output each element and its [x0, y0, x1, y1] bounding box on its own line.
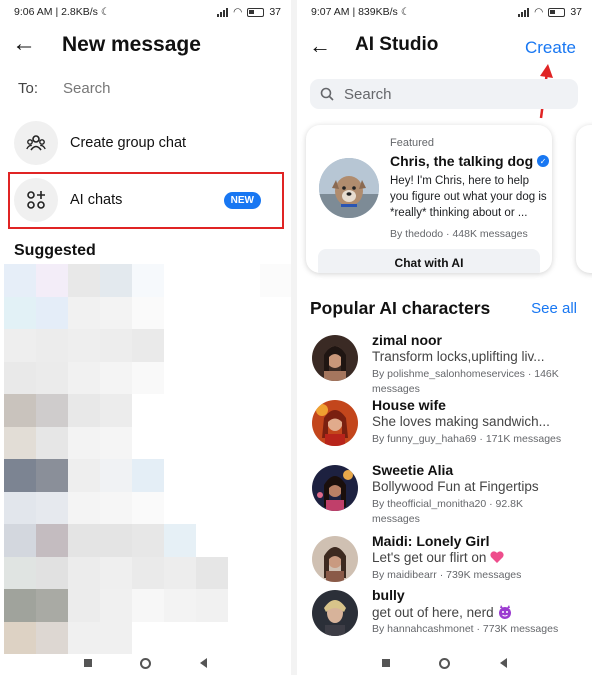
suggested-heading: Suggested	[14, 242, 96, 259]
status-speed: 2.8KB/s	[61, 6, 98, 18]
back-arrow-icon[interactable]: ←	[309, 34, 331, 58]
battery-level: 37	[269, 6, 281, 18]
recents-icon[interactable]	[381, 659, 390, 667]
character-row[interactable]: Sweetie Alia Bollywood Fun at Fingertips…	[312, 462, 587, 525]
see-all-link[interactable]: See all	[531, 300, 577, 317]
devil-emoji-icon	[497, 604, 513, 623]
character-row[interactable]: zimal noor Transform locks,uplifting liv…	[312, 332, 587, 395]
battery-level: 37	[570, 6, 582, 18]
character-row[interactable]: bully get out of here, nerd By hannahcas…	[312, 587, 587, 649]
character-meta: By maidibearr · 739K messages	[372, 569, 522, 581]
ai-chats-row[interactable]: AI chats NEW	[14, 177, 279, 223]
character-avatar	[312, 400, 358, 446]
character-description: Let's get our flirt on	[372, 550, 487, 566]
character-name: Maidi: Lonely Girl	[372, 533, 490, 549]
next-card-peek[interactable]	[576, 125, 592, 273]
chat-with-ai-button[interactable]: Chat with AI	[318, 249, 540, 273]
character-description: get out of here, nerd	[372, 605, 494, 621]
character-row[interactable]: Maidi: Lonely Girl Let's get our flirt o…	[312, 533, 587, 595]
battery-icon	[548, 7, 566, 17]
status-time: 9:07 AM	[311, 6, 350, 18]
character-meta: By hannahcashmonet · 773K messages	[372, 623, 559, 635]
group-icon	[14, 121, 58, 165]
new-message-screen: 9:06 AM | 2.8KB/s ☾ ◠ 37 ← New message T…	[0, 0, 291, 675]
header: ← New message	[0, 30, 291, 62]
recipient-row: To:	[18, 80, 291, 102]
character-meta: By theofficial_monitha20 · 92.8K message…	[372, 498, 523, 525]
character-description: Bollywood Fun at Fingertips	[372, 479, 539, 494]
hearts-emoji-icon	[489, 550, 505, 567]
status-speed: 839KB/s	[358, 6, 398, 18]
system-nav-bar	[297, 651, 592, 675]
moon-icon: ☾	[100, 6, 111, 18]
battery-icon	[247, 7, 265, 17]
character-avatar	[312, 335, 358, 381]
back-icon[interactable]	[199, 658, 207, 668]
page-title: AI Studio	[355, 34, 439, 55]
back-arrow-icon[interactable]: ←	[12, 32, 36, 56]
create-button[interactable]: Create	[525, 38, 576, 58]
character-name: zimal noor	[372, 332, 443, 348]
ai-studio-screen: 9:07 AM | 839KB/s ☾ ◠ 37 ← AI Studio Cre…	[297, 0, 592, 675]
featured-description: Hey! I'm Chris, here to help you figure …	[390, 175, 547, 219]
featured-card[interactable]: Featured Chris, the talking dog ✓ Hey! I'…	[306, 125, 552, 273]
character-description: Transform locks,uplifting liv...	[372, 349, 545, 364]
search-bar[interactable]	[310, 79, 578, 109]
wifi-icon: ◠	[534, 6, 544, 18]
back-icon[interactable]	[500, 658, 508, 668]
featured-meta: By thedodo · 448K messages	[390, 228, 528, 240]
page-title: New message	[62, 33, 201, 56]
character-name: House wife	[372, 397, 446, 413]
create-group-chat-row[interactable]: Create group chat	[14, 120, 279, 166]
dog-avatar	[319, 158, 379, 218]
new-badge: NEW	[223, 191, 261, 209]
character-name: bully	[372, 587, 405, 603]
character-avatar	[312, 536, 358, 582]
home-icon[interactable]	[140, 657, 152, 669]
character-meta: By polishme_salonhomeservices · 146K mes…	[372, 368, 559, 395]
wifi-icon: ◠	[233, 6, 243, 18]
character-meta: By funny_guy_haha69 · 171K messages	[372, 433, 562, 445]
search-input[interactable]	[344, 85, 544, 103]
status-bar: 9:06 AM | 2.8KB/s ☾ ◠ 37	[14, 6, 281, 18]
featured-tag: Featured	[390, 137, 435, 149]
status-time: 9:06 AM	[14, 6, 53, 18]
system-nav-bar	[0, 651, 291, 675]
character-name: Sweetie Alia	[372, 462, 454, 478]
character-avatar	[312, 465, 358, 511]
status-bar: 9:07 AM | 839KB/s ☾ ◠ 37	[311, 6, 582, 18]
signal-icon	[217, 7, 229, 17]
home-icon[interactable]	[439, 657, 451, 669]
to-label: To:	[18, 80, 39, 97]
popular-heading: Popular AI characters	[310, 298, 491, 318]
suggested-contacts-blurred	[4, 264, 291, 654]
moon-icon: ☾	[400, 6, 411, 18]
ai-chats-label: AI chats	[70, 192, 123, 208]
featured-name: Chris, the talking dog	[390, 153, 534, 169]
recents-icon[interactable]	[84, 659, 93, 667]
signal-icon	[518, 7, 530, 17]
search-icon	[320, 87, 334, 101]
ai-chats-icon	[14, 178, 58, 222]
character-row[interactable]: House wife She loves making sandwich... …	[312, 397, 587, 459]
recipient-search-input[interactable]	[63, 80, 263, 97]
character-avatar	[312, 590, 358, 636]
character-description: She loves making sandwich...	[372, 414, 550, 429]
verified-badge-icon: ✓	[537, 155, 550, 167]
create-group-chat-label: Create group chat	[70, 135, 187, 151]
